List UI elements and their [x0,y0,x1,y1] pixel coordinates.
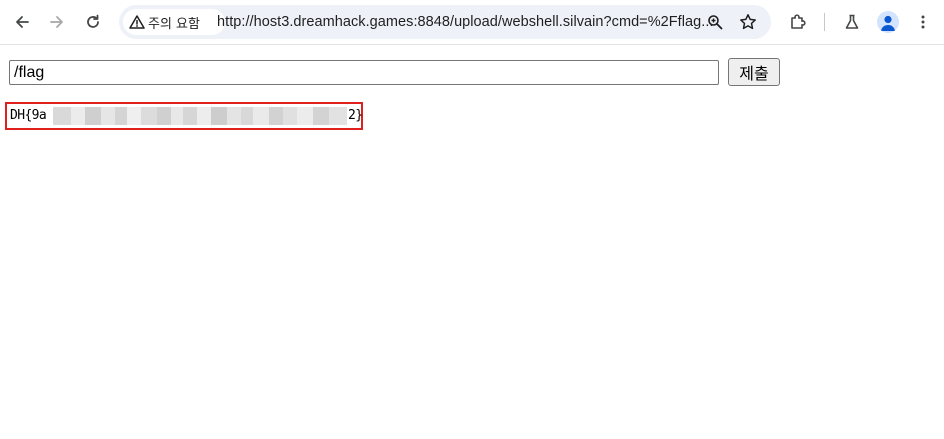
address-bar[interactable]: 주의 요함 http://host3.dreamhack.games:8848/… [119,5,771,39]
flag-suffix: 2} [348,108,363,123]
submit-button[interactable]: 제출 [728,58,780,86]
browser-toolbar: 주의 요함 http://host3.dreamhack.games:8848/… [0,0,944,45]
toolbar-separator [824,13,825,31]
url-text[interactable]: http://host3.dreamhack.games:8848/upload… [217,14,713,30]
back-arrow-icon [16,16,29,28]
reload-button[interactable] [77,6,109,38]
bookmark-button[interactable] [738,12,758,32]
labs-flask-icon [845,14,859,29]
menu-button[interactable] [911,10,935,34]
labs-button[interactable] [840,10,864,34]
zoom-button[interactable] [705,12,725,32]
forward-button[interactable] [41,6,73,38]
menu-kebab-icon [921,15,925,29]
cmd-input[interactable] [9,60,719,85]
back-button[interactable] [6,6,38,38]
profile-avatar-icon[interactable] [877,11,899,33]
forward-arrow-icon [50,16,63,28]
flag-result-highlight: DH{9a 2} [5,102,363,130]
security-chip[interactable]: 주의 요함 [123,9,225,35]
bookmark-star-icon [740,14,756,30]
warning-triangle-icon [129,15,145,29]
extensions-button[interactable] [786,10,810,34]
redacted-region [53,107,347,125]
security-chip-label: 주의 요함 [148,16,200,32]
zoom-icon [708,15,723,30]
flag-prefix: DH{9a [10,108,47,123]
reload-icon [87,14,99,28]
extensions-puzzle-icon [791,14,806,29]
